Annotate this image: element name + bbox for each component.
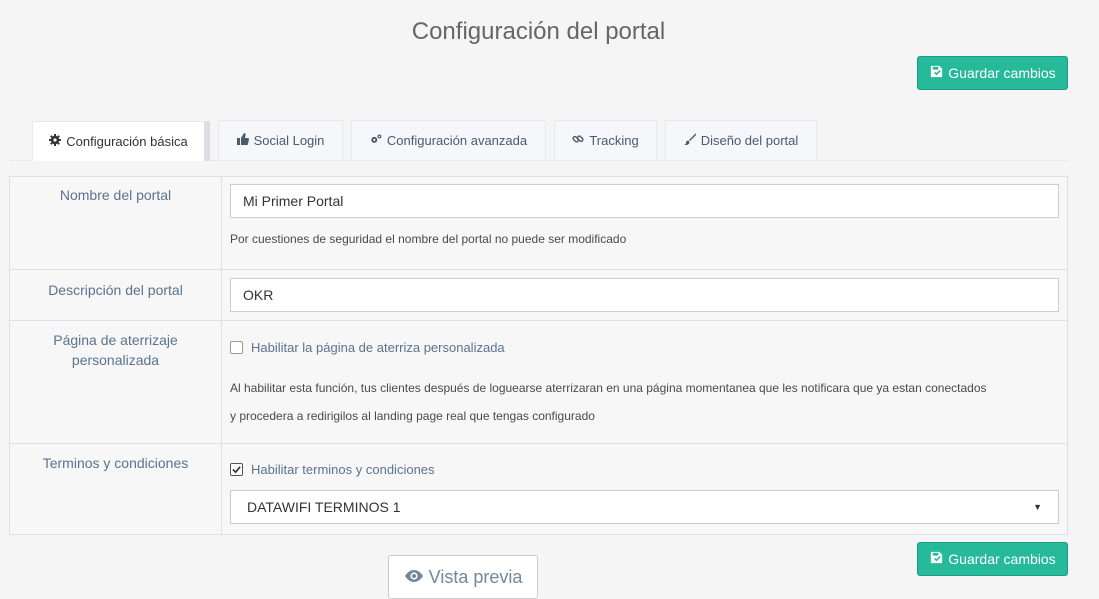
portal-name-input[interactable]: Mi Primer Portal <box>230 184 1059 218</box>
terms-select[interactable]: DATAWIFI TERMINOS 1 ▼ <box>230 490 1059 524</box>
terms-checkbox-row: Habilitar terminos y condiciones <box>230 462 1059 477</box>
save-changes-button-bottom[interactable]: Guardar cambios <box>917 542 1068 576</box>
settings-tabs: Configuración básica Social Login Config… <box>10 120 1068 161</box>
terms-select-value: DATAWIFI TERMINOS 1 <box>247 499 401 515</box>
description-label: Descripción del portal <box>10 270 222 320</box>
portal-settings-form: Nombre del portal Mi Primer Portal Por c… <box>9 176 1068 535</box>
terms-checkbox-label: Habilitar terminos y condiciones <box>251 462 435 477</box>
form-row-name: Nombre del portal Mi Primer Portal Por c… <box>10 177 1067 270</box>
checkmark-icon <box>232 466 241 474</box>
tab-label: Social Login <box>253 133 325 148</box>
form-row-terms: Terminos y condiciones Habilitar termino… <box>10 444 1067 534</box>
tab-configuracion-basica[interactable]: Configuración básica <box>32 121 210 161</box>
tab-social-login[interactable]: Social Login <box>218 120 343 160</box>
tab-label: Configuración avanzada <box>386 133 528 148</box>
save-icon <box>929 64 944 82</box>
name-label: Nombre del portal <box>10 177 222 269</box>
landing-help-line-1: Al habilitar esta función, tus clientes … <box>230 381 987 395</box>
tab-diseno-del-portal[interactable]: Diseño del portal <box>665 120 817 160</box>
tab-label: Tracking <box>589 133 639 148</box>
terms-checkbox[interactable] <box>230 463 243 476</box>
terms-label: Terminos y condiciones <box>10 444 222 534</box>
link-icon <box>572 133 584 148</box>
landing-checkbox-label: Habilitar la página de aterriza personal… <box>251 340 505 355</box>
preview-label: Vista previa <box>428 566 523 587</box>
page-title: Configuración del portal <box>411 18 666 45</box>
name-help-text: Por cuestiones de seguridad el nombre de… <box>230 232 627 246</box>
save-icon <box>929 550 944 568</box>
landing-checkbox[interactable] <box>230 341 243 354</box>
thumbs-up-icon <box>236 133 249 148</box>
save-changes-label: Guardar cambios <box>948 65 1056 81</box>
preview-button[interactable]: Vista previa <box>388 555 538 599</box>
eye-icon <box>404 567 424 588</box>
tab-tracking[interactable]: Tracking <box>554 120 657 160</box>
caret-down-icon: ▼ <box>1033 502 1042 512</box>
save-changes-button-top[interactable]: Guardar cambios <box>917 56 1068 90</box>
save-changes-label: Guardar cambios <box>948 551 1056 567</box>
landing-label: Página de aterrizaje personalizada <box>10 321 222 443</box>
paintbrush-icon <box>683 133 697 148</box>
form-row-description: Descripción del portal OKR <box>10 270 1067 321</box>
form-row-landing: Página de aterrizaje personalizada Habil… <box>10 321 1067 444</box>
portal-description-input[interactable]: OKR <box>230 278 1059 312</box>
landing-help-text: Al habilitar esta función, tus clientes … <box>230 374 1059 430</box>
landing-checkbox-row: Habilitar la página de aterriza personal… <box>230 340 1059 355</box>
landing-help-line-2: y procedera a redirigilos al landing pag… <box>230 409 595 423</box>
tab-configuracion-avanzada[interactable]: Configuración avanzada <box>351 120 546 160</box>
gear-icon <box>49 134 62 149</box>
tab-label: Configuración básica <box>66 134 188 149</box>
tab-label: Diseño del portal <box>700 133 799 148</box>
gears-icon <box>370 133 382 148</box>
